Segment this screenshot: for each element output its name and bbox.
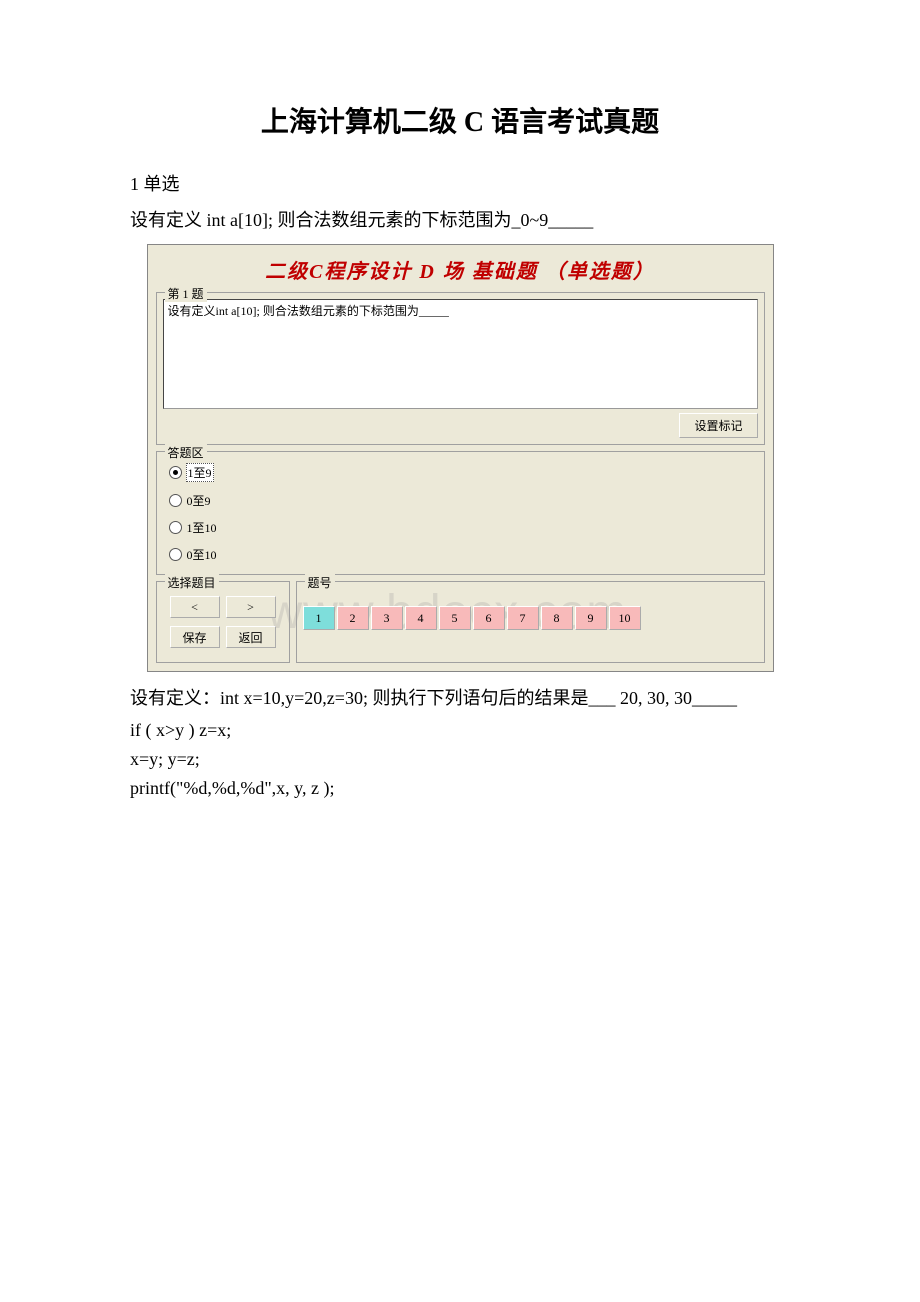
number-cell[interactable]: 1 [303,606,335,630]
option-label: 1至9 [186,463,214,482]
number-cell[interactable]: 4 [405,606,437,630]
number-cell[interactable]: 10 [609,606,641,630]
nav-group: 选择题目 < > 保存 返回 [156,581,290,663]
question-body[interactable]: 设有定义int a[10]; 则合法数组元素的下标范围为_____ [163,299,758,409]
number-cell[interactable]: 8 [541,606,573,630]
exam-app-window: www.bdocx.com 二级C程序设计 D 场 基础题 （单选题） 第 1 … [147,244,774,672]
radio-icon [169,548,182,561]
option-1[interactable]: 1至9 [163,458,758,487]
option-label: 0至10 [186,546,218,563]
radio-icon [169,521,182,534]
number-cell[interactable]: 3 [371,606,403,630]
option-label: 1至10 [186,519,218,536]
question-group: 第 1 题 设有定义int a[10]; 则合法数组元素的下标范围为_____ … [156,292,765,445]
back-button[interactable]: 返回 [226,626,276,648]
nav-legend: 选择题目 [165,574,219,591]
code-line-1: if ( x>y ) z=x; [130,720,790,741]
question-legend: 第 1 题 [165,285,207,302]
option-2[interactable]: 0至9 [163,487,758,514]
code-line-2: x=y; y=z; [130,749,790,770]
answer-group: 答题区 1至9 0至9 1至10 0至10 [156,451,765,575]
save-button[interactable]: 保存 [170,626,220,648]
prev-button[interactable]: < [170,596,220,618]
app-header: 二级C程序设计 D 场 基础题 （单选题） [148,245,773,292]
number-legend: 题号 [305,574,335,591]
number-group: 题号 1 2 3 4 5 6 7 8 9 10 [296,581,765,663]
question2-text: 设有定义：int x=10,y=20,z=30; 则执行下列语句后的结果是___… [130,684,790,710]
page-title: 上海计算机二级 C 语言考试真题 [130,100,790,140]
answer-legend: 答题区 [165,444,207,461]
section-label: 1 单选 [130,170,790,196]
set-mark-button[interactable]: 设置标记 [679,413,757,438]
code-line-3: printf("%d,%d,%d",x, y, z ); [130,778,790,799]
number-cell[interactable]: 5 [439,606,471,630]
option-4[interactable]: 0至10 [163,541,758,568]
number-cell[interactable]: 7 [507,606,539,630]
option-label: 0至9 [186,492,212,509]
number-cell[interactable]: 2 [337,606,369,630]
number-row: 1 2 3 4 5 6 7 8 9 10 [303,606,758,630]
number-cell[interactable]: 9 [575,606,607,630]
next-button[interactable]: > [226,596,276,618]
number-cell[interactable]: 6 [473,606,505,630]
radio-icon [169,494,182,507]
question1-text: 设有定义 int a[10]; 则合法数组元素的下标范围为_0~9_____ [130,206,790,232]
radio-icon [169,466,182,479]
option-3[interactable]: 1至10 [163,514,758,541]
